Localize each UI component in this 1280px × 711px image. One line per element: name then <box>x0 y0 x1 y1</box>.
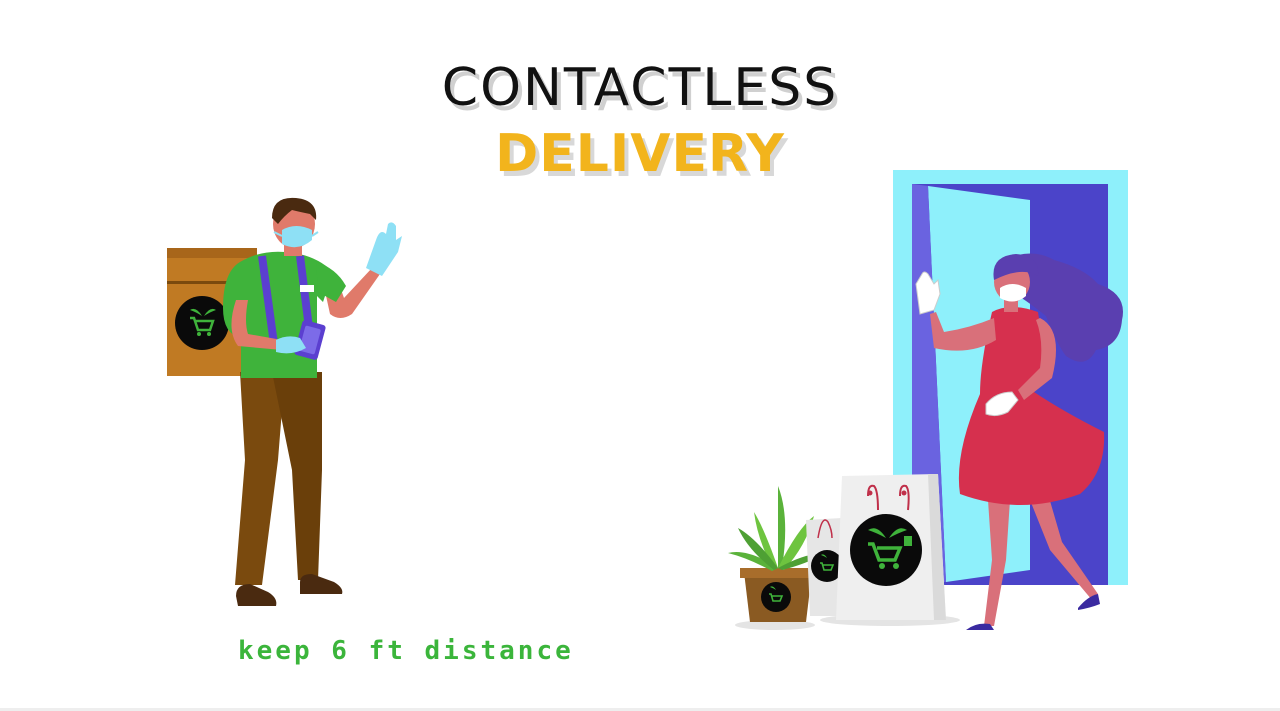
illustration-stage: CONTACTLESS DELIVERY keep 6 ft distance <box>0 0 1280 711</box>
delivery-man <box>167 197 402 606</box>
cart-leaf-logo-icon <box>175 296 229 350</box>
scene-illustration <box>167 170 1128 630</box>
shopping-bags <box>806 474 960 626</box>
cart-leaf-logo-icon <box>761 582 791 612</box>
cart-leaf-logo-icon <box>850 514 922 586</box>
distance-caption: keep 6 ft distance <box>238 636 574 666</box>
